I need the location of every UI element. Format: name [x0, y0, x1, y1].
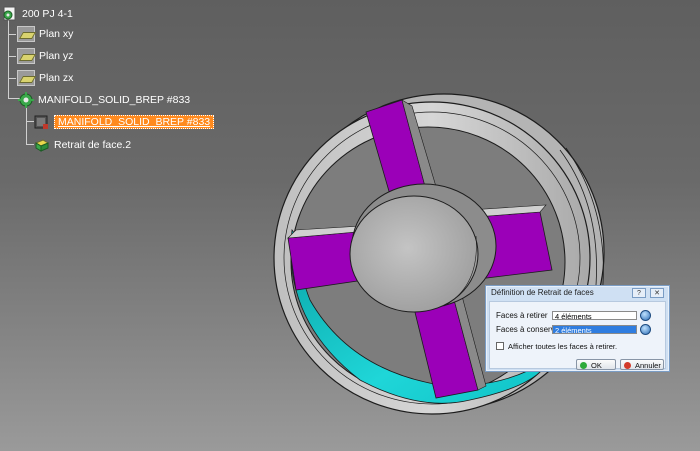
tree-node-feature[interactable]: Retrait de face.2 — [34, 137, 131, 153]
specification-tree: 200 PJ 4-1 Plan xy Plan yz Plan zx MANIF… — [0, 0, 260, 160]
tree-body-label: MANIFOLD_SOLID_BREP #833 — [54, 115, 215, 129]
tree-plane-zx-label: Plan zx — [39, 72, 74, 84]
faces-keep-field[interactable]: 2 éléments — [552, 325, 637, 335]
selection-picker-icon[interactable] — [640, 310, 651, 321]
part-root-icon — [2, 6, 18, 22]
ok-button-label: OK — [591, 361, 602, 370]
plane-icon — [17, 70, 35, 86]
help-button[interactable]: ? — [632, 288, 646, 298]
3d-viewport[interactable]: 200 PJ 4-1 Plan xy Plan yz Plan zx MANIF… — [0, 0, 700, 451]
faces-remove-label: Faces à retirer — [496, 311, 548, 320]
tree-node-plane-zx[interactable]: Plan zx — [17, 70, 73, 86]
plane-icon — [17, 48, 35, 64]
show-all-label: Afficher toutes les faces à retirer. — [508, 342, 618, 351]
tree-node-solid[interactable]: MANIFOLD_SOLID_BREP #833 — [18, 92, 190, 108]
tree-node-plane-yz[interactable]: Plan yz — [17, 48, 73, 64]
face-removal-dialog: Définition de Retrait de faces ? ✕ Faces… — [485, 285, 670, 372]
ok-green-dot-icon — [580, 362, 587, 369]
ok-button[interactable]: OK — [576, 359, 616, 370]
tree-feature-label: Retrait de face.2 — [54, 139, 132, 151]
tree-node-root[interactable]: 200 PJ 4-1 — [2, 6, 73, 22]
dialog-title: Définition de Retrait de faces — [491, 288, 594, 297]
tree-node-plane-xy[interactable]: Plan xy — [17, 26, 73, 42]
selection-picker-icon[interactable] — [640, 324, 651, 335]
cancel-red-dot-icon — [624, 362, 631, 369]
show-all-checkbox[interactable] — [496, 342, 504, 350]
tree-solid-label: MANIFOLD_SOLID_BREP #833 — [38, 94, 191, 106]
dialog-body: Faces à retirer 4 éléments Faces à conse… — [489, 301, 666, 370]
solid-gear-icon — [18, 92, 34, 108]
body-icon — [34, 114, 50, 130]
tree-node-body-selected[interactable]: MANIFOLD_SOLID_BREP #833 — [34, 114, 215, 130]
tree-plane-yz-label: Plan yz — [39, 50, 74, 62]
plane-icon — [17, 26, 35, 42]
faces-remove-field[interactable]: 4 éléments — [552, 311, 637, 321]
tree-plane-xy-label: Plan xy — [39, 28, 74, 40]
cancel-button-label: Annuler — [635, 361, 661, 370]
cancel-button[interactable]: Annuler — [620, 359, 664, 370]
close-button[interactable]: ✕ — [650, 288, 664, 298]
face-removal-icon — [34, 137, 50, 153]
tree-root-label: 200 PJ 4-1 — [22, 8, 73, 20]
